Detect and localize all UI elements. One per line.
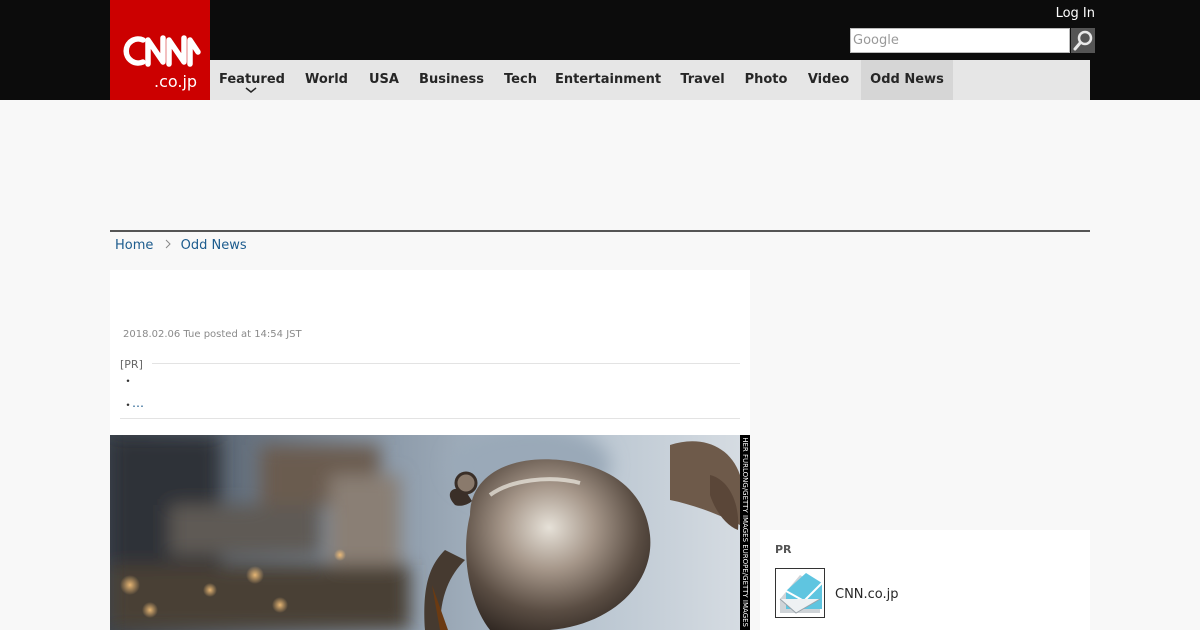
search-icon [1073, 30, 1093, 51]
nav-travel[interactable]: Travel [669, 60, 736, 100]
top-header: .co.jp Log In Featured World USA Busines… [0, 0, 1200, 100]
pr-thumbnail[interactable] [775, 568, 825, 618]
nav-label: World [305, 72, 348, 87]
breadcrumb: Home Odd News [115, 238, 247, 254]
pr-site-link[interactable]: CNN.co.jp [835, 587, 899, 602]
nav-label: Entertainment [554, 72, 662, 87]
nav-label: Featured [219, 72, 285, 87]
photo-credit-text: HER FURLONG/GETTY IMAGES EUROPE/GETTY IM… [741, 437, 749, 627]
cnn-logo[interactable]: .co.jp [110, 0, 210, 100]
pr-divider [120, 418, 740, 419]
nav-featured[interactable]: Featured [210, 60, 294, 100]
nav-video[interactable]: Video [796, 60, 861, 100]
nav-odd-news[interactable]: Odd News [861, 60, 953, 100]
chevron-right-icon [165, 239, 171, 249]
pr-bullet: ・ [122, 374, 135, 388]
nav-label: Odd News [870, 72, 944, 87]
article-photo: HER FURLONG/GETTY IMAGES EUROPE/GETTY IM… [110, 435, 750, 630]
login-link[interactable]: Log In [1056, 6, 1095, 21]
cnn-logo-icon: .co.jp [123, 35, 201, 91]
breadcrumb-current-link[interactable]: Odd News [181, 238, 247, 253]
nav-business[interactable]: Business [409, 60, 494, 100]
nav-label: Tech [504, 72, 537, 87]
nav-label: Video [807, 72, 850, 87]
search-button[interactable] [1071, 28, 1095, 53]
breadcrumb-home-link[interactable]: Home [115, 238, 153, 253]
search-input[interactable] [850, 28, 1070, 53]
chevron-down-icon [245, 87, 257, 93]
photo-credit: HER FURLONG/GETTY IMAGES EUROPE/GETTY IM… [740, 435, 750, 630]
nav-label: USA [369, 72, 399, 87]
section-divider [110, 230, 1090, 232]
pr-divider [152, 363, 740, 364]
nav-usa[interactable]: USA [359, 60, 409, 100]
mail-app-icon [776, 569, 824, 617]
nav-entertainment[interactable]: Entertainment [547, 60, 669, 100]
posted-timestamp: 2018.02.06 Tue posted at 14:54 JST [123, 329, 302, 340]
nav-photo[interactable]: Photo [736, 60, 796, 100]
sidebar-pr-card: PR CNN.co.jp [760, 530, 1090, 630]
pr-card-title: PR [775, 543, 792, 556]
pr-label: [PR] [120, 358, 143, 371]
pr-more-link[interactable]: … [132, 396, 144, 410]
nav-label: Photo [744, 72, 788, 87]
svg-text:.co.jp: .co.jp [154, 72, 197, 91]
main-nav: Featured World USA Business Tech Enterta… [210, 60, 1090, 100]
nav-label: Business [419, 72, 484, 87]
nav-world[interactable]: World [294, 60, 359, 100]
nav-tech[interactable]: Tech [494, 60, 547, 100]
nav-label: Travel [680, 72, 725, 87]
teapot-photo [110, 435, 750, 630]
